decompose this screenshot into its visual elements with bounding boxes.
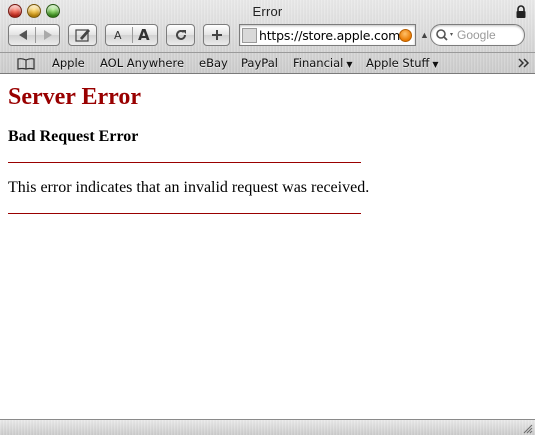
- window-title: Error: [252, 4, 283, 19]
- bookmark-apple[interactable]: Apple: [52, 56, 85, 70]
- divider-top: [8, 162, 361, 163]
- chevron-down-icon: ▼: [432, 60, 439, 69]
- search-placeholder: Google: [457, 28, 496, 42]
- bookmark-folder-apple-stuff[interactable]: Apple Stuff ▼: [366, 56, 439, 70]
- status-bar: [0, 419, 535, 435]
- forward-arrow-icon[interactable]: [37, 28, 59, 42]
- report-bug-button[interactable]: [68, 24, 97, 46]
- title-bar: Error: [0, 0, 535, 24]
- chevron-down-icon: ▼: [346, 60, 353, 69]
- report-bug-icon: [74, 29, 90, 42]
- error-message: This error indicates that an invalid req…: [8, 179, 370, 196]
- open-book-icon[interactable]: [16, 57, 36, 71]
- bookmark-folder-financial[interactable]: Financial ▼: [293, 56, 353, 70]
- text-bigger-button[interactable]: A: [138, 26, 150, 44]
- bookmark-aol-anywhere[interactable]: AOL Anywhere: [100, 56, 184, 70]
- back-forward-control: [8, 24, 60, 46]
- text-size-control: A A: [105, 24, 158, 46]
- reload-button[interactable]: [166, 24, 195, 46]
- double-chevron-icon[interactable]: [517, 57, 531, 69]
- page-title: Server Error: [8, 84, 142, 110]
- address-field[interactable]: https://store.apple.com: [239, 24, 416, 46]
- resize-grip-icon[interactable]: [521, 422, 533, 434]
- address-history-arrow-icon[interactable]: ▲: [420, 30, 429, 40]
- back-arrow-icon[interactable]: [12, 28, 34, 42]
- address-value: https://store.apple.com: [259, 28, 401, 43]
- divider-bottom: [8, 213, 361, 214]
- bookmarks-bar: Apple AOL Anywhere eBay PayPal Financial…: [0, 52, 535, 73]
- magnifier-icon[interactable]: [435, 28, 457, 42]
- reload-icon: [175, 29, 186, 40]
- text-smaller-button[interactable]: A: [114, 29, 122, 42]
- page-subtitle: Bad Request Error: [8, 128, 139, 145]
- bookmark-paypal[interactable]: PayPal: [241, 56, 278, 70]
- search-field[interactable]: Google: [430, 24, 525, 46]
- lock-icon: [516, 5, 526, 18]
- bookmark-folder-label: Financial: [293, 56, 344, 70]
- snapback-icon[interactable]: [399, 29, 412, 42]
- bookmark-ebay[interactable]: eBay: [199, 56, 228, 70]
- plus-icon: [211, 30, 222, 40]
- add-bookmark-button[interactable]: [203, 24, 230, 46]
- bookmark-folder-label: Apple Stuff: [366, 56, 430, 70]
- site-favicon-icon: [242, 28, 257, 43]
- page-content: Server Error Bad Request Error This erro…: [0, 75, 535, 419]
